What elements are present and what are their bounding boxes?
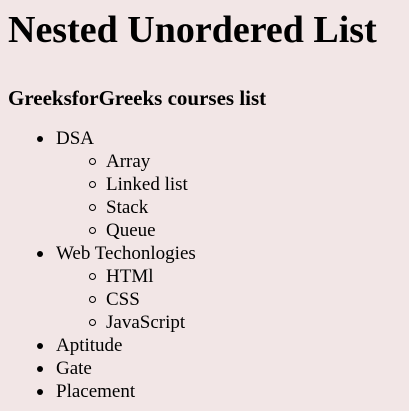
list-item-aptitude: Aptitude [8, 334, 401, 357]
list-item-gate: Gate [8, 357, 401, 380]
sublist-item-label: HTMl [106, 266, 154, 287]
dsa-sublist: Array Linked list Stack Queue [56, 150, 401, 242]
sublist-item: CSS [56, 288, 401, 311]
circle-bullet-icon [89, 319, 96, 326]
page: Nested Unordered List GreeksforGreeks co… [0, 0, 409, 411]
sublist-item: Stack [56, 196, 401, 219]
list-item-label: Gate [56, 358, 92, 379]
courses-list: DSA Array Linked list Stack Queue Web Te… [8, 110, 401, 403]
circle-bullet-icon [89, 181, 96, 188]
disc-bullet-icon [37, 343, 43, 349]
list-item-web-technologies: Web Techonlogies HTMl CSS JavaScript [8, 242, 401, 334]
sublist-item-label: CSS [106, 289, 140, 310]
list-item-label: Aptitude [56, 335, 123, 356]
sublist-item: Queue [56, 219, 401, 242]
disc-bullet-icon [37, 366, 43, 372]
circle-bullet-icon [89, 204, 96, 211]
sublist-item-label: JavaScript [106, 312, 186, 333]
circle-bullet-icon [89, 158, 96, 165]
circle-bullet-icon [89, 296, 96, 303]
sublist-item: HTMl [56, 265, 401, 288]
circle-bullet-icon [89, 273, 96, 280]
page-subtitle: GreeksforGreeks courses list [8, 86, 267, 110]
disc-bullet-icon [37, 389, 43, 395]
page-title: Nested Unordered List [8, 9, 377, 51]
list-item-placement: Placement [8, 380, 401, 403]
disc-bullet-icon [37, 251, 43, 257]
list-item-label: Placement [56, 381, 136, 402]
disc-bullet-icon [37, 136, 43, 142]
sublist-item-label: Stack [106, 197, 149, 218]
list-item-label: Web Techonlogies [56, 243, 196, 264]
sublist-item: Linked list [56, 173, 401, 196]
sublist-item: JavaScript [56, 311, 401, 334]
web-technologies-sublist: HTMl CSS JavaScript [56, 265, 401, 334]
sublist-item-label: Linked list [106, 174, 188, 195]
circle-bullet-icon [89, 227, 96, 234]
list-item-label: DSA [56, 128, 95, 149]
sublist-item-label: Array [106, 151, 151, 172]
sublist-item-label: Queue [106, 220, 156, 241]
sublist-item: Array [56, 150, 401, 173]
list-item-dsa: DSA Array Linked list Stack Queue [8, 127, 401, 242]
